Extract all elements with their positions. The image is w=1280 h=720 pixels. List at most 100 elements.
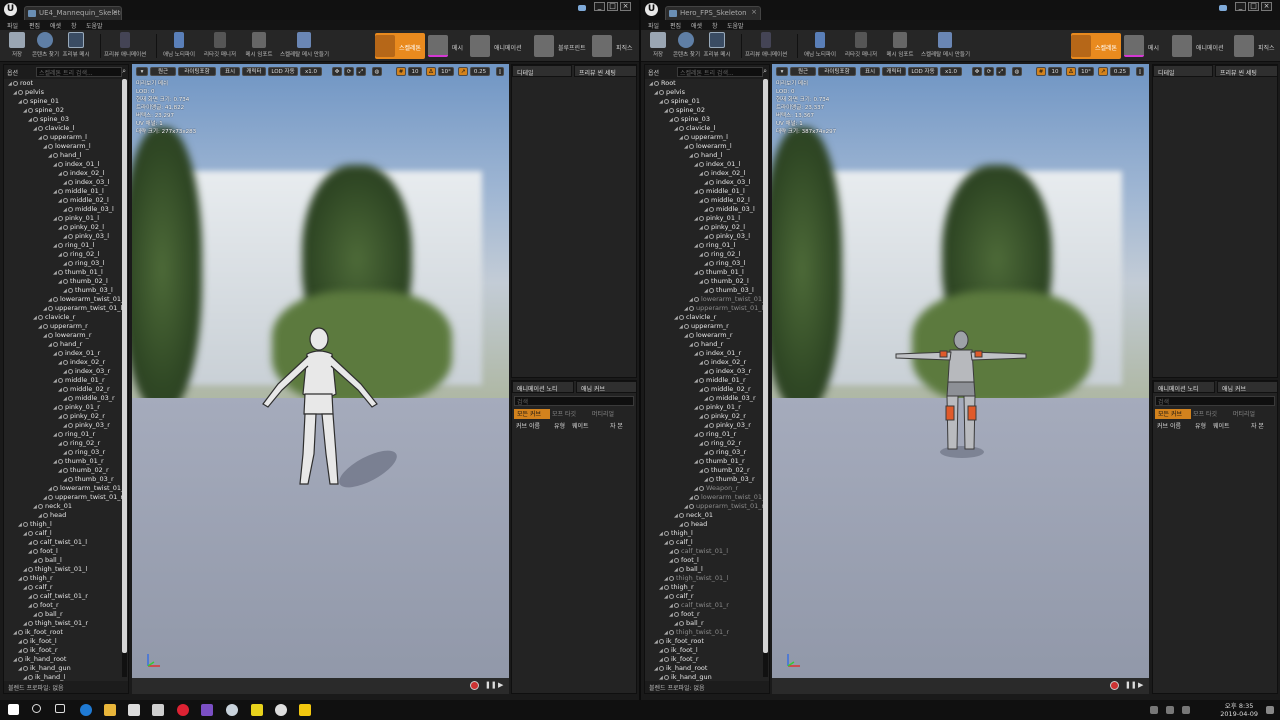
expand-arrow-icon[interactable]: ◢	[53, 269, 57, 278]
bone-row[interactable]: ◢ lowerarm_r	[43, 331, 92, 340]
bone-row[interactable]: ◢ ring_03_r	[63, 448, 105, 457]
bone-row[interactable]: ◢ pinky_01_r	[694, 403, 741, 412]
bone-row[interactable]: ◢ neck_01	[33, 502, 72, 511]
bone-row[interactable]: ◢ ring_02_r	[699, 439, 741, 448]
record-button[interactable]	[1110, 681, 1119, 690]
expand-arrow-icon[interactable]: ◢	[664, 107, 668, 116]
expand-arrow-icon[interactable]: ◢	[679, 134, 683, 143]
bone-row[interactable]: ◢ ring_03_l	[704, 259, 745, 268]
bone-row[interactable]: ◢ thigh_twist_01_r	[23, 619, 88, 628]
perspective-button[interactable]: 원근	[790, 67, 816, 76]
expand-arrow-icon[interactable]: ◢	[669, 116, 673, 125]
show-button[interactable]: 표시	[220, 67, 240, 76]
expand-arrow-icon[interactable]: ◢	[53, 350, 57, 359]
expand-arrow-icon[interactable]: ◢	[699, 467, 703, 476]
maximize-viewport-icon[interactable]: ▯	[1136, 67, 1144, 76]
bone-row[interactable]: ◢ hand_r	[689, 340, 723, 349]
lod-auto-button[interactable]: LOD 자동	[908, 67, 938, 76]
expand-arrow-icon[interactable]: ◢	[699, 413, 703, 422]
expand-arrow-icon[interactable]: ◢	[53, 431, 57, 440]
expand-arrow-icon[interactable]: ◢	[699, 197, 703, 206]
forward-button[interactable]: ▶	[1138, 681, 1143, 689]
expand-arrow-icon[interactable]: ◢	[694, 161, 698, 170]
maximize-button[interactable]: □	[1248, 2, 1259, 11]
scale-icon[interactable]: ⤢	[996, 67, 1006, 76]
bone-row[interactable]: ◢ clavicle_r	[33, 313, 75, 322]
lod-auto-button[interactable]: LOD 자동	[268, 67, 298, 76]
bone-row[interactable]: ◢ ring_02_r	[58, 439, 100, 448]
bone-row[interactable]: ◢ spine_02	[664, 106, 705, 115]
anim-curves-tab[interactable]: 애님 커브	[1217, 381, 1277, 393]
bone-row[interactable]: ◢ index_02_r	[58, 358, 105, 367]
blend-profile-dropdown[interactable]: 블렌드 프로파일: 없음	[645, 681, 769, 693]
import-mesh-button[interactable]: 메시 임포트	[242, 32, 276, 60]
expand-arrow-icon[interactable]: ◢	[18, 665, 22, 674]
unreal-engine-icon[interactable]	[275, 704, 287, 716]
expand-arrow-icon[interactable]: ◢	[689, 341, 693, 350]
bone-row[interactable]: ◢ root	[8, 79, 33, 88]
bone-row[interactable]: ◢ spine_01	[18, 97, 59, 106]
expand-arrow-icon[interactable]: ◢	[654, 638, 658, 647]
bone-row[interactable]: ◢ middle_02_r	[699, 385, 751, 394]
expand-arrow-icon[interactable]: ◢	[18, 98, 22, 107]
bone-row[interactable]: ◢ upperarm_twist_01_r	[684, 502, 764, 511]
expand-arrow-icon[interactable]: ◢	[48, 341, 52, 350]
bone-row[interactable]: ◢ thigh_l	[18, 520, 52, 529]
mode-skeleton-tab[interactable]: 스켈레톤	[1071, 33, 1121, 59]
expand-arrow-icon[interactable]: ◢	[38, 323, 42, 332]
menu-edit[interactable]: 편집	[29, 21, 40, 30]
expand-arrow-icon[interactable]: ◢	[699, 359, 703, 368]
expand-arrow-icon[interactable]: ◢	[694, 269, 698, 278]
translate-icon[interactable]: ✥	[332, 67, 342, 76]
bone-row[interactable]: ◢ calf_r	[23, 583, 53, 592]
bone-row[interactable]: ◢ index_03_l	[63, 178, 109, 187]
save-button[interactable]: 저장	[6, 32, 28, 60]
expand-arrow-icon[interactable]: ◢	[8, 80, 12, 89]
document-tab[interactable]: Hero_FPS_Skeleton ×	[665, 6, 761, 20]
expand-arrow-icon[interactable]: ◢	[53, 188, 57, 197]
bone-row[interactable]: ◢ thigh_twist_01_l	[664, 574, 728, 583]
sticky-notes-icon[interactable]	[251, 704, 263, 716]
bone-row[interactable]: ◢ lowerarm_r	[684, 331, 733, 340]
bone-row[interactable]: ◢ middle_01_l	[694, 187, 745, 196]
bone-row[interactable]: ◢ ring_03_r	[704, 448, 746, 457]
expand-arrow-icon[interactable]: ◢	[43, 332, 47, 341]
expand-arrow-icon[interactable]: ◢	[53, 215, 57, 224]
mode-physics-tab[interactable]: 피직스	[592, 33, 636, 59]
translate-icon[interactable]: ✥	[972, 67, 982, 76]
morph-target-filter[interactable]: 모프 타깃	[1193, 409, 1217, 418]
bone-row[interactable]: ◢ middle_02_l	[58, 196, 109, 205]
bone-row[interactable]: ◢ hand_r	[48, 340, 82, 349]
world-space-icon[interactable]: ◍	[372, 67, 382, 76]
expand-arrow-icon[interactable]: ◢	[699, 224, 703, 233]
curve-search-input[interactable]: 검색	[514, 396, 634, 406]
viewport-options-button[interactable]: ▾	[776, 67, 788, 76]
bone-row[interactable]: ◢ ik_foot_r	[18, 646, 58, 655]
tree-scrollbar[interactable]	[122, 79, 127, 677]
bone-row[interactable]: ◢ upperarm_twist_01_l	[43, 304, 122, 313]
expand-arrow-icon[interactable]: ◢	[23, 530, 27, 539]
find-content-button[interactable]: 콘텐츠 찾기	[673, 32, 700, 60]
bone-row[interactable]: ◢ ball_r	[33, 610, 63, 619]
find-content-button[interactable]: 콘텐츠 찾기	[32, 32, 59, 60]
bone-row[interactable]: ◢ middle_03_l	[704, 205, 755, 214]
app-icon[interactable]	[226, 704, 238, 716]
expand-arrow-icon[interactable]: ◢	[694, 377, 698, 386]
retarget-manager-button[interactable]: 리타깃 매니저	[843, 32, 879, 60]
bone-row[interactable]: ◢ ik_foot_l	[659, 646, 698, 655]
expand-arrow-icon[interactable]: ◢	[58, 413, 62, 422]
world-space-icon[interactable]: ◍	[1012, 67, 1022, 76]
system-tray-icon[interactable]	[1166, 706, 1174, 714]
bone-row[interactable]: ◢ clavicle_l	[33, 124, 74, 133]
menu-asset[interactable]: 애셋	[691, 21, 702, 30]
preview-mesh-button[interactable]: 프리뷰 메시	[60, 32, 92, 60]
expand-arrow-icon[interactable]: ◢	[53, 377, 57, 386]
expand-arrow-icon[interactable]: ◢	[654, 665, 658, 674]
expand-arrow-icon[interactable]: ◢	[13, 89, 17, 98]
pause-button[interactable]: ❚❚	[1125, 681, 1137, 689]
bone-row[interactable]: ◢ thumb_02_l	[699, 277, 749, 286]
bone-row[interactable]: ◢ lowerarm_twist_01_l	[689, 295, 767, 304]
anim-notifies-tab[interactable]: 애니메이션 노티	[1153, 381, 1215, 393]
minimize-button[interactable]: _	[594, 2, 605, 11]
rotation-snap-value[interactable]: 10°	[438, 67, 454, 76]
